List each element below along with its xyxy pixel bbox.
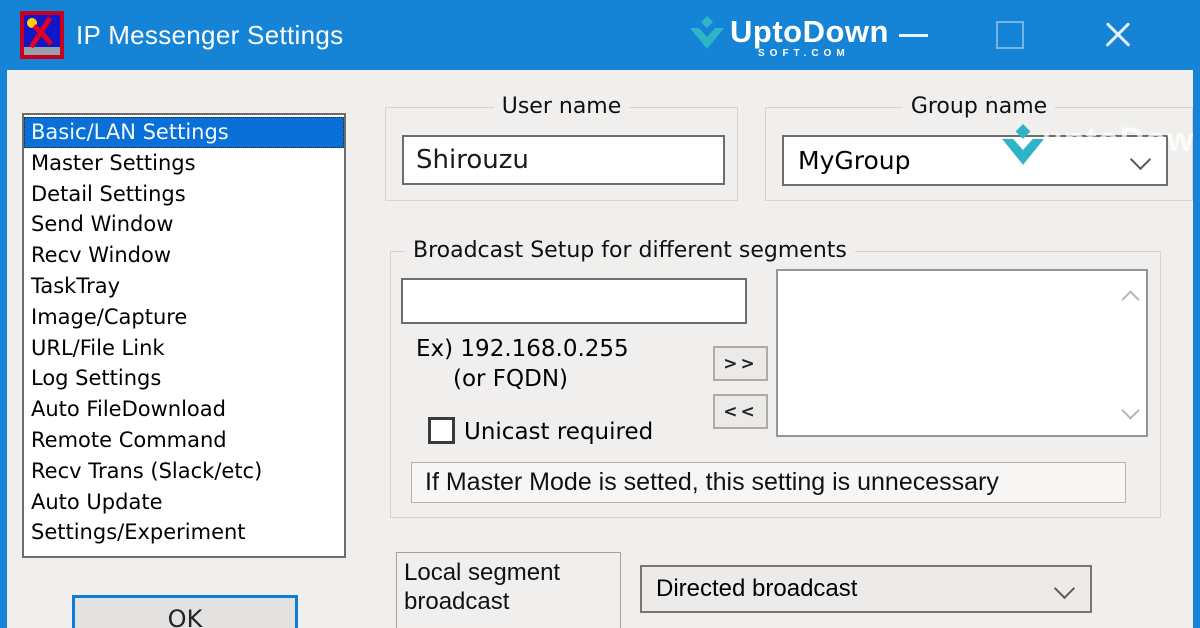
ok-button[interactable]: OK [72, 595, 298, 628]
minimize-icon [899, 34, 928, 37]
ip-messenger-app-icon [20, 11, 64, 59]
local-broadcast-combobox[interactable]: Directed broadcast [640, 565, 1092, 613]
user-name-group: User name [385, 107, 738, 201]
minimize-button[interactable] [887, 0, 939, 70]
unicast-required-label: Unicast required [464, 419, 653, 445]
unicast-required-checkbox[interactable] [428, 417, 455, 444]
segment-listbox[interactable] [776, 269, 1148, 437]
chevron-down-icon [1130, 149, 1151, 170]
remove-segment-button[interactable]: << [713, 394, 768, 429]
dialog-client-area: Basic/LAN Settings Master Settings Detai… [7, 70, 1193, 628]
sidebar-item-remote-command[interactable]: Remote Command [24, 425, 344, 456]
close-icon [1102, 19, 1134, 51]
example-address-line1: Ex) 192.168.0.255 [416, 336, 629, 362]
settings-category-list: Basic/LAN Settings Master Settings Detai… [22, 113, 346, 558]
group-name-group: Group name MyGroup [765, 107, 1193, 201]
user-name-input[interactable] [402, 135, 725, 185]
scroll-down-icon[interactable] [1121, 401, 1139, 419]
sidebar-item-tasktray[interactable]: TaskTray [24, 271, 344, 302]
local-segment-line1: Local segment [404, 558, 620, 587]
uptodown-sub-text: SOFT.COM [758, 48, 850, 59]
sidebar-item-url-file-link[interactable]: URL/File Link [24, 333, 344, 364]
sidebar-item-image-capture[interactable]: Image/Capture [24, 302, 344, 333]
local-broadcast-value: Directed broadcast [656, 567, 857, 611]
close-button[interactable] [1092, 0, 1144, 70]
broadcast-setup-legend: Broadcast Setup for different segments [405, 238, 855, 263]
chevron-down-icon [1054, 578, 1075, 599]
title-bar: IP Messenger Settings UptoDown SOFT.COM [0, 0, 1200, 70]
uptodown-logo: UptoDown SOFT.COM [688, 12, 898, 62]
broadcast-setup-group: Broadcast Setup for different segments E… [390, 251, 1161, 518]
sidebar-item-recv-window[interactable]: Recv Window [24, 240, 344, 271]
master-mode-note: If Master Mode is setted, this setting i… [411, 462, 1126, 503]
segment-address-input[interactable] [401, 278, 747, 324]
scroll-up-icon[interactable] [1121, 290, 1139, 308]
local-segment-line2: broadcast [404, 587, 620, 616]
local-segment-broadcast-label: Local segment broadcast [396, 552, 621, 628]
sidebar-item-recv-trans[interactable]: Recv Trans (Slack/etc) [24, 456, 344, 487]
sidebar-item-auto-filedownload[interactable]: Auto FileDownload [24, 394, 344, 425]
sidebar-item-settings-experiment[interactable]: Settings/Experiment [24, 517, 344, 548]
sidebar-item-detail-settings[interactable]: Detail Settings [24, 179, 344, 210]
maximize-icon [996, 21, 1024, 49]
uptodown-brand-text: UptoDown [730, 14, 889, 50]
window-title: IP Messenger Settings [76, 0, 343, 70]
add-segment-button[interactable]: >> [713, 346, 768, 381]
sidebar-item-send-window[interactable]: Send Window [24, 209, 344, 240]
group-name-value: MyGroup [798, 137, 910, 184]
group-name-combobox[interactable]: MyGroup [782, 135, 1168, 186]
sidebar-item-auto-update[interactable]: Auto Update [24, 487, 344, 518]
ip-messenger-settings-window: IP Messenger Settings UptoDown SOFT.COM … [0, 0, 1200, 628]
user-name-legend: User name [494, 94, 630, 119]
group-name-legend: Group name [903, 94, 1055, 119]
maximize-button[interactable] [984, 0, 1036, 70]
uptodown-arrow-icon [688, 16, 726, 58]
sidebar-item-basic-lan-settings[interactable]: Basic/LAN Settings [24, 117, 344, 148]
sidebar-item-log-settings[interactable]: Log Settings [24, 363, 344, 394]
example-address-line2: (or FQDN) [453, 366, 568, 392]
sidebar-item-master-settings[interactable]: Master Settings [24, 148, 344, 179]
